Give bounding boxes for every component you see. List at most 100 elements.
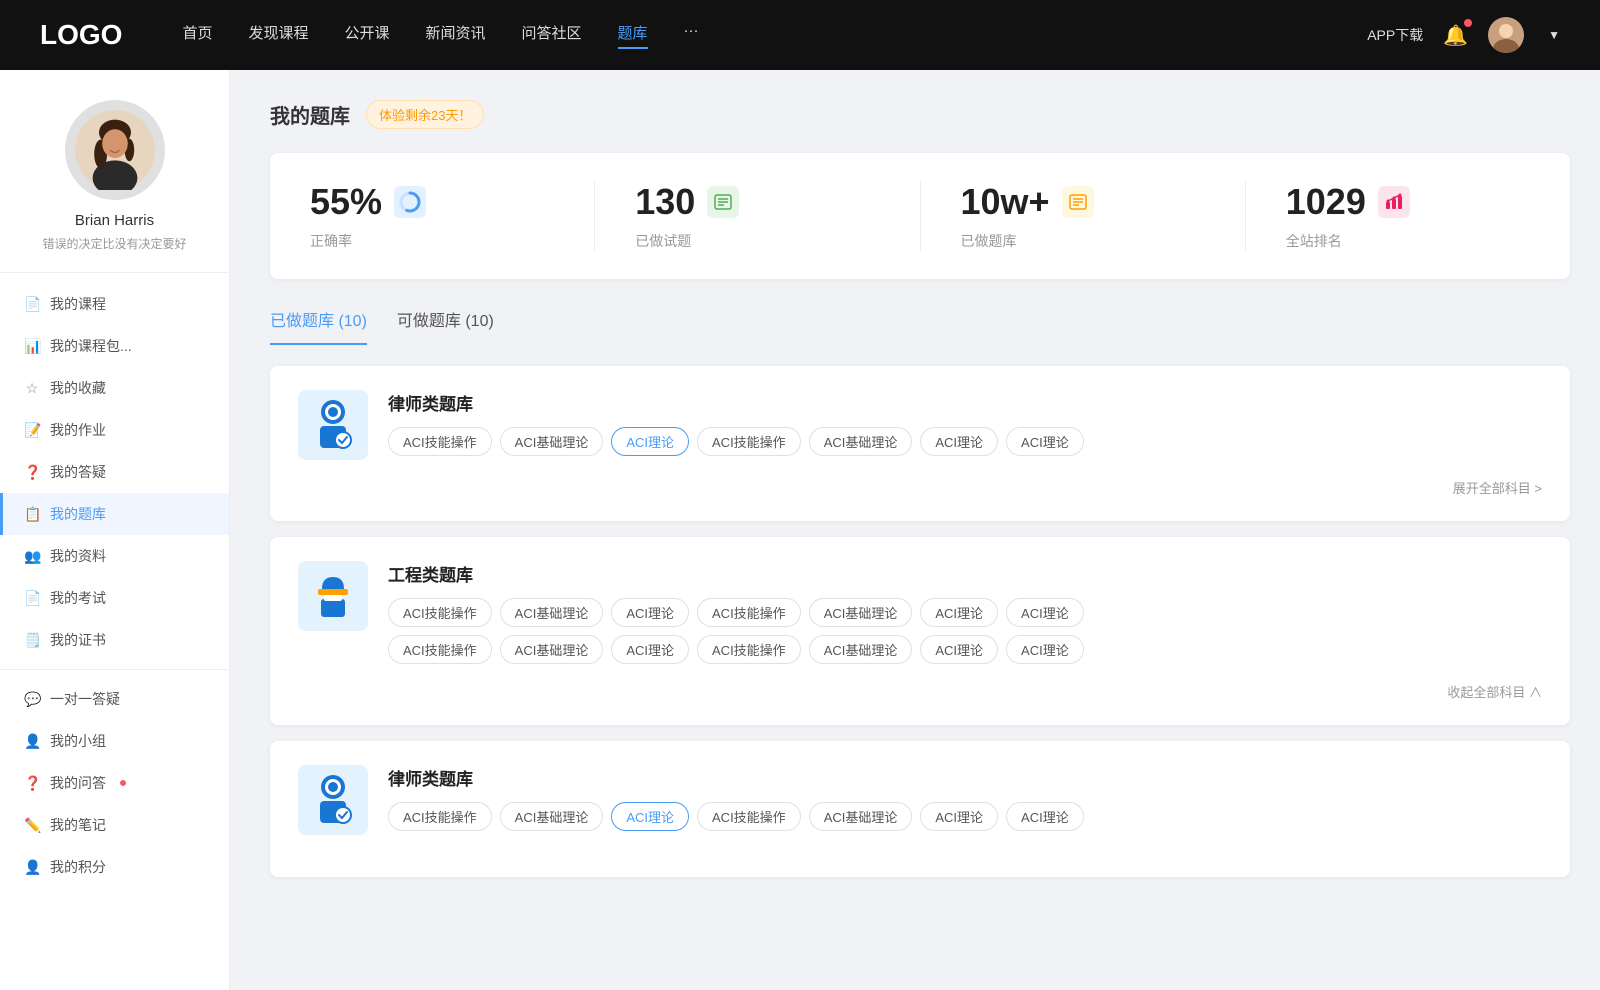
tab-done-banks[interactable]: 已做题库 (10) (270, 307, 367, 345)
sidebar-item-notes[interactable]: ✏️ 我的笔记 (0, 804, 229, 846)
tag-2-5[interactable]: ACI理论 (920, 802, 998, 831)
stat-banks-top: 10w+ (961, 181, 1094, 223)
1on1-icon: 💬 (24, 691, 40, 708)
tag-1-1[interactable]: ACI基础理论 (500, 598, 604, 627)
nav-discover[interactable]: 发现课程 (248, 22, 308, 49)
stat-accuracy-value: 55% (310, 181, 382, 223)
stat-done-label: 已做试题 (635, 231, 691, 251)
sidebar-item-cert[interactable]: 🗒️ 我的证书 (0, 619, 229, 661)
sidebar-item-homework[interactable]: 📝 我的作业 (0, 409, 229, 451)
qbank-name-0: 律师类题库 (388, 390, 1542, 415)
qbank-header-2: 律师类题库 ACI技能操作 ACI基础理论 ACI理论 ACI技能操作 ACI基… (298, 765, 1542, 835)
tag-2-1[interactable]: ACI基础理论 (500, 802, 604, 831)
tag-0-2[interactable]: ACI理论 (611, 427, 689, 456)
tab-available-banks[interactable]: 可做题库 (10) (397, 307, 494, 345)
stats-bar: 55% 正确率 130 (270, 153, 1570, 279)
sidebar-item-1on1[interactable]: 💬 一对一答疑 (0, 678, 229, 720)
tag-1-0[interactable]: ACI技能操作 (388, 598, 492, 627)
tag-2-4[interactable]: ACI基础理论 (809, 802, 913, 831)
sidebar-item-profile[interactable]: 👥 我的资料 (0, 535, 229, 577)
nav-news[interactable]: 新闻资讯 (426, 22, 486, 49)
qa-notification-dot (120, 780, 126, 786)
sidebar-label-group: 我的小组 (50, 731, 106, 751)
qa-icon: ❓ (24, 464, 40, 481)
nav-qa[interactable]: 问答社区 (522, 22, 582, 49)
avatar[interactable] (1488, 17, 1524, 53)
nav-qbank[interactable]: 题库 (618, 22, 648, 49)
tag-0-1[interactable]: ACI基础理论 (500, 427, 604, 456)
qbank-info-2: 律师类题库 ACI技能操作 ACI基础理论 ACI理论 ACI技能操作 ACI基… (388, 765, 1542, 831)
tag-1b-4[interactable]: ACI基础理论 (809, 635, 913, 664)
questions-icon (707, 186, 739, 218)
bell-icon: 🔔 (1443, 25, 1468, 47)
group-icon: 👤 (24, 733, 40, 750)
tag-0-0[interactable]: ACI技能操作 (388, 427, 492, 456)
tag-1-4[interactable]: ACI基础理论 (809, 598, 913, 627)
star-icon: ☆ (24, 380, 40, 397)
nav-home[interactable]: 首页 (182, 22, 212, 49)
tag-1b-0[interactable]: ACI技能操作 (388, 635, 492, 664)
myqa-icon: ❓ (24, 775, 40, 792)
app-download[interactable]: APP下载 (1367, 25, 1423, 45)
tag-0-3[interactable]: ACI技能操作 (697, 427, 801, 456)
logo[interactable]: LOGO (40, 19, 122, 51)
trial-badge: 体验剩余23天！ (366, 100, 484, 129)
tag-1-2[interactable]: ACI理论 (611, 598, 689, 627)
sidebar-label-1on1: 一对一答疑 (50, 689, 120, 709)
nav-opencourse[interactable]: 公开课 (344, 22, 389, 49)
sidebar-item-qa[interactable]: ❓ 我的答疑 (0, 451, 229, 493)
qbank-card-2: 律师类题库 ACI技能操作 ACI基础理论 ACI理论 ACI技能操作 ACI基… (270, 741, 1570, 877)
sidebar-item-course[interactable]: 📄 我的课程 (0, 283, 229, 325)
sidebar-label-exam: 我的考试 (50, 588, 106, 608)
tag-0-4[interactable]: ACI基础理论 (809, 427, 913, 456)
notification-bell[interactable]: 🔔 (1443, 23, 1468, 48)
sidebar-label-profile: 我的资料 (50, 546, 106, 566)
qbank-icon: 📋 (24, 506, 40, 523)
sidebar-item-coursepack[interactable]: 📊 我的课程包... (0, 325, 229, 367)
tag-0-5[interactable]: ACI理论 (920, 427, 998, 456)
sidebar-label-course: 我的课程 (50, 294, 106, 314)
avatar-dropdown-arrow[interactable]: ▼ (1548, 28, 1560, 42)
sidebar-item-group[interactable]: 👤 我的小组 (0, 720, 229, 762)
tag-1-6[interactable]: ACI理论 (1006, 598, 1084, 627)
tag-0-6[interactable]: ACI理论 (1006, 427, 1084, 456)
sidebar-item-myqa[interactable]: ❓ 我的问答 (0, 762, 229, 804)
sidebar-label-favorites: 我的收藏 (50, 378, 106, 398)
sidebar-label-coursepack: 我的课程包... (50, 336, 132, 356)
tag-2-6[interactable]: ACI理论 (1006, 802, 1084, 831)
tag-1-5[interactable]: ACI理论 (920, 598, 998, 627)
tag-1-3[interactable]: ACI技能操作 (697, 598, 801, 627)
profile-motto: 错误的决定比没有决定要好 (20, 235, 209, 252)
tag-2-3[interactable]: ACI技能操作 (697, 802, 801, 831)
qbank-card-0: 律师类题库 ACI技能操作 ACI基础理论 ACI理论 ACI技能操作 ACI基… (270, 366, 1570, 521)
tag-1b-3[interactable]: ACI技能操作 (697, 635, 801, 664)
tag-1b-5[interactable]: ACI理论 (920, 635, 998, 664)
tag-1b-2[interactable]: ACI理论 (611, 635, 689, 664)
nav-more[interactable]: ··· (684, 22, 699, 49)
qbank-header-0: 律师类题库 ACI技能操作 ACI基础理论 ACI理论 ACI技能操作 ACI基… (298, 390, 1542, 460)
divider-1 (0, 669, 229, 670)
stat-ranking-top: 1029 (1286, 181, 1410, 223)
expand-link-0[interactable]: 展开全部科目 > (298, 478, 1542, 497)
stat-ranking: 1029 全站排名 (1246, 181, 1570, 251)
sidebar-label-myqa: 我的问答 (50, 773, 106, 793)
page-title: 我的题库 (270, 100, 350, 129)
header-right: APP下载 🔔 ▼ (1367, 17, 1560, 53)
qbank-icon-engineer-1 (298, 561, 368, 631)
tag-2-0[interactable]: ACI技能操作 (388, 802, 492, 831)
tags-row-2: ACI技能操作 ACI基础理论 ACI理论 ACI技能操作 ACI基础理论 AC… (388, 802, 1542, 831)
points-icon: 👤 (24, 859, 40, 876)
sidebar-item-points[interactable]: 👤 我的积分 (0, 846, 229, 888)
qbank-name-1: 工程类题库 (388, 561, 1542, 586)
coursepack-icon: 📊 (24, 338, 40, 355)
sidebar-item-favorites[interactable]: ☆ 我的收藏 (0, 367, 229, 409)
sidebar-item-exam[interactable]: 📄 我的考试 (0, 577, 229, 619)
sidebar-item-qbank[interactable]: 📋 我的题库 (0, 493, 229, 535)
collapse-link-1[interactable]: 收起全部科目 ∧ (298, 682, 1542, 701)
page-header: 我的题库 体验剩余23天！ (270, 100, 1570, 129)
header: LOGO 首页 发现课程 公开课 新闻资讯 问答社区 题库 ··· APP下载 … (0, 0, 1600, 70)
tag-1b-6[interactable]: ACI理论 (1006, 635, 1084, 664)
tag-1b-1[interactable]: ACI基础理论 (500, 635, 604, 664)
tag-2-2[interactable]: ACI理论 (611, 802, 689, 831)
sidebar-label-homework: 我的作业 (50, 420, 106, 440)
